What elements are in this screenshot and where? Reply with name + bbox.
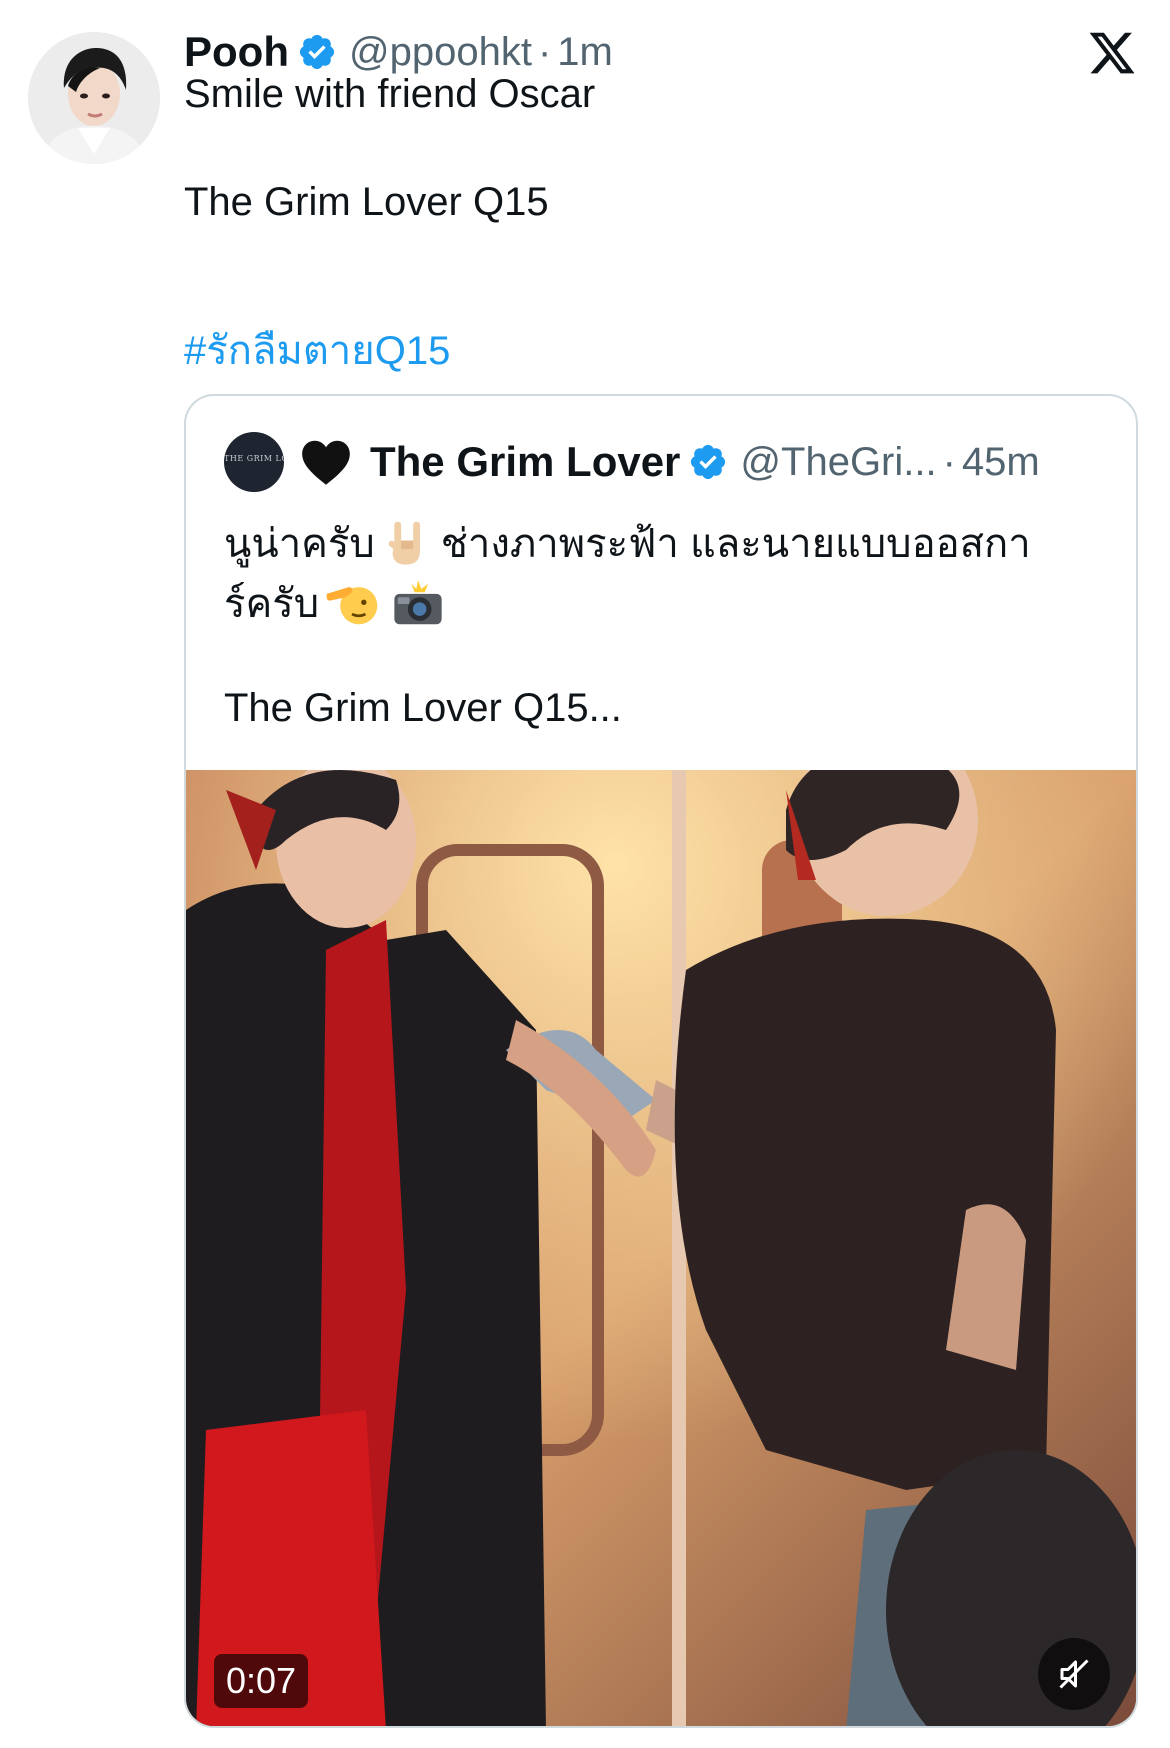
quoted-text-line-2: ร์ครับ (224, 574, 1104, 634)
quoted-text-line-1: นูน่าครับ ช่างภาพระฟ้า และนายแบบออสกา (224, 514, 1104, 574)
saluting-hand-emoji (326, 587, 378, 625)
author-handle[interactable]: @ppoohkt (349, 30, 532, 75)
video-thumbnail (186, 770, 1136, 1726)
mute-toggle-button[interactable] (1038, 1638, 1110, 1710)
camera-with-flash-emoji (394, 580, 442, 625)
tweet-text-line-2: The Grim Lover Q15 (184, 180, 549, 224)
quoted-tweet[interactable]: THE GRIM LOVER The Grim Lover @TheGri...… (184, 394, 1138, 1728)
black-heart-emoji (302, 440, 350, 485)
author-display-name[interactable]: Pooh (184, 28, 289, 76)
verified-badge-icon (299, 34, 335, 70)
profile-avatar (28, 32, 160, 164)
quoted-timestamp[interactable]: 45m (962, 440, 1040, 485)
sign-of-the-horns-emoji (388, 521, 420, 565)
quoted-text-segment-1: นูน่าครับ (224, 522, 375, 566)
tweet-text-line-1: Smile with friend Oscar (184, 72, 596, 116)
tweet: Pooh @ppoohkt · 1m Smile with friend Osc… (0, 0, 1170, 1748)
header-separator: · (537, 29, 552, 74)
author-avatar[interactable] (28, 32, 160, 164)
quoted-verified-badge-icon (691, 444, 726, 480)
quoted-author-avatar[interactable]: THE GRIM LOVER (224, 432, 284, 492)
hashtag-link[interactable]: #รักลืมตายQ15 (184, 318, 450, 382)
x-logo-icon[interactable] (1086, 28, 1138, 78)
quoted-author-handle[interactable]: @TheGri... (740, 440, 936, 485)
speaker-muted-icon (1059, 1659, 1089, 1689)
quoted-text-segment-3: ร์ครับ (224, 582, 320, 626)
quoted-avatar-logo-text: THE GRIM LOVER (224, 454, 284, 463)
quoted-tweet-text: นูน่าครับ ช่างภาพระฟ้า และนายแบบออสกา ร์… (224, 514, 1104, 634)
quoted-header-separator: · (942, 439, 956, 484)
video-player[interactable]: 0:07 (186, 770, 1136, 1726)
video-duration-badge: 0:07 (214, 1654, 309, 1708)
tweet-timestamp[interactable]: 1m (557, 30, 613, 75)
quoted-author-display-name[interactable]: The Grim Lover (370, 438, 680, 486)
quoted-text-line-3: The Grim Lover Q15... (224, 686, 622, 730)
quoted-tweet-header: THE GRIM LOVER The Grim Lover @TheGri...… (224, 432, 1040, 492)
quoted-text-segment-2: ช่างภาพระฟ้า และนายแบบออสกา (440, 522, 1031, 566)
